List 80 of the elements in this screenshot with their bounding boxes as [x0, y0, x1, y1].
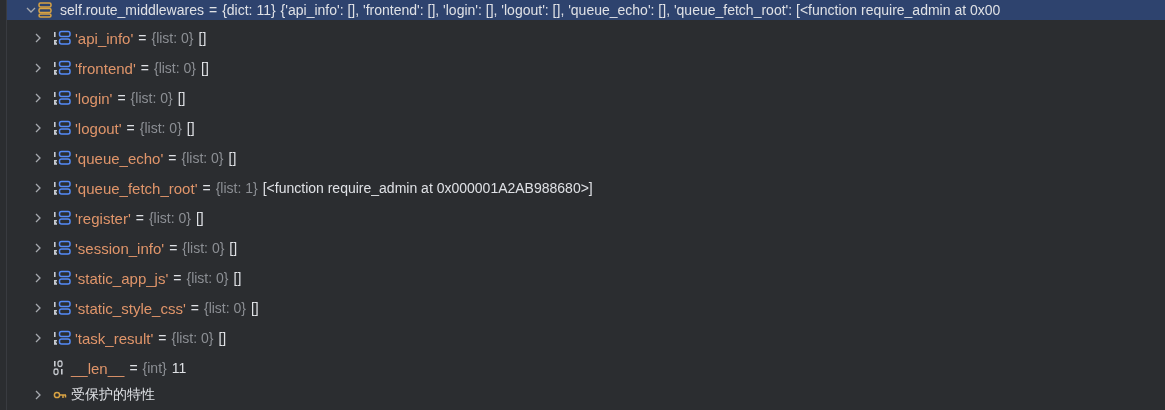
- list-icon: [53, 240, 71, 256]
- tree-row[interactable]: 受保护的特性: [7, 383, 1165, 407]
- list-icon: [53, 210, 71, 226]
- list-icon: [53, 120, 71, 136]
- equals-sign: =: [138, 30, 147, 46]
- tree-row[interactable]: 'queue_echo' = {list: 0} []: [7, 143, 1165, 173]
- list-icon: [53, 90, 71, 106]
- tree-row[interactable]: 'static_app_js' = {list: 0} []: [7, 263, 1165, 293]
- variable-value: []: [251, 300, 259, 316]
- type-label: {list: 1}: [215, 180, 258, 196]
- variable-value: []: [218, 330, 227, 346]
- equals-sign: =: [190, 300, 199, 316]
- variable-name: 'register': [75, 209, 131, 227]
- equals-sign: =: [129, 360, 138, 376]
- tree-row[interactable]: 'task_result' = {list: 0} []: [7, 323, 1165, 353]
- variable-name: 'queue_fetch_root': [75, 179, 198, 197]
- equals-sign: =: [208, 2, 218, 18]
- type-label: {list: 0}: [171, 330, 214, 346]
- tree-row[interactable]: 'frontend' = {list: 0} []: [7, 53, 1165, 83]
- tree-row[interactable]: self.route_middlewares = {dict: 11} {'api_info': [], 'frontend': [], 'login': [], 'logout': [], 'queue_echo': [], 'queue_fetch_root': [<function require_admin at 0x00: [7, 0, 1165, 20]
- equals-sign: =: [169, 240, 178, 256]
- list-icon: [53, 60, 71, 76]
- variable-name: 'api_info': [75, 29, 134, 47]
- variable-value: []: [198, 30, 207, 46]
- tree-row[interactable]: 'login' = {list: 0} []: [7, 83, 1165, 113]
- type-label: {list: 0}: [139, 120, 182, 136]
- variable-name: 'task_result': [75, 329, 154, 347]
- variable-value: []: [228, 150, 237, 166]
- type-label: {list: 0}: [148, 210, 191, 226]
- type-label: {int}: [142, 360, 167, 376]
- type-label: {list: 0}: [203, 300, 246, 316]
- variable-name: 'static_style_css': [75, 299, 186, 317]
- variable-name: 'logout': [75, 119, 122, 137]
- type-label: {list: 0}: [130, 90, 173, 106]
- variable-value: []: [195, 210, 204, 226]
- equals-sign: =: [173, 270, 182, 286]
- variable-name: 'queue_echo': [75, 149, 164, 167]
- variable-value: []: [229, 240, 238, 256]
- type-label: {list: 0}: [153, 60, 196, 76]
- variable-value: []: [177, 90, 186, 106]
- type-label: {list: 0}: [181, 150, 224, 166]
- tree-row[interactable]: __len__ = {int} 11: [7, 353, 1165, 383]
- variable-value: 11: [171, 360, 187, 376]
- tree-row[interactable]: 'api_info' = {list: 0} []: [7, 23, 1165, 53]
- type-label: {dict: 11}: [222, 2, 276, 18]
- variable-name: 'frontend': [75, 59, 136, 77]
- list-icon: [53, 180, 71, 196]
- list-icon: [53, 270, 71, 286]
- type-label: {list: 0}: [182, 240, 225, 256]
- list-icon: [53, 30, 71, 46]
- variable-value: [<function require_admin at 0x000001A2AB988680>]: [262, 180, 593, 196]
- list-icon: [53, 330, 71, 346]
- list-icon: [53, 300, 71, 316]
- list-icon: [53, 150, 71, 166]
- equals-sign: =: [135, 210, 144, 226]
- variable-name: self.route_middlewares: [60, 2, 204, 18]
- equals-sign: =: [126, 120, 135, 136]
- tree-row[interactable]: 'queue_fetch_root' = {list: 1} [<function require_admin at 0x000001A2AB988680>]: [7, 173, 1165, 203]
- equals-sign: =: [140, 60, 149, 76]
- variable-value: []: [201, 60, 209, 76]
- key-icon: [53, 390, 67, 400]
- variable-name: 'static_app_js': [75, 269, 169, 287]
- equals-sign: =: [202, 180, 211, 196]
- dict-icon: [38, 2, 52, 18]
- equals-sign: =: [158, 330, 167, 346]
- variable-value: []: [186, 120, 195, 136]
- equals-sign: =: [168, 150, 177, 166]
- tree-row[interactable]: 'logout' = {list: 0} []: [7, 113, 1165, 143]
- variable-value: {'api_info': [], 'frontend': [], 'login': [], 'logout': [], 'queue_echo': [], 'queue_fetch_root': [<function require_admin at 0x00: [280, 2, 1001, 18]
- type-label: {list: 0}: [151, 30, 194, 46]
- variable-value: []: [233, 270, 242, 286]
- tree-row[interactable]: 'register' = {list: 0} []: [7, 203, 1165, 233]
- variable-name: 受保护的特性: [71, 386, 155, 404]
- tree-row[interactable]: 'session_info' = {list: 0} []: [7, 233, 1165, 263]
- variable-name: __len__: [71, 359, 125, 377]
- variable-name: 'login': [75, 89, 113, 107]
- type-label: {list: 0}: [186, 270, 229, 286]
- equals-sign: =: [117, 90, 126, 106]
- variable-name: 'session_info': [75, 239, 165, 257]
- tree-row[interactable]: 'static_style_css' = {list: 0} []: [7, 293, 1165, 323]
